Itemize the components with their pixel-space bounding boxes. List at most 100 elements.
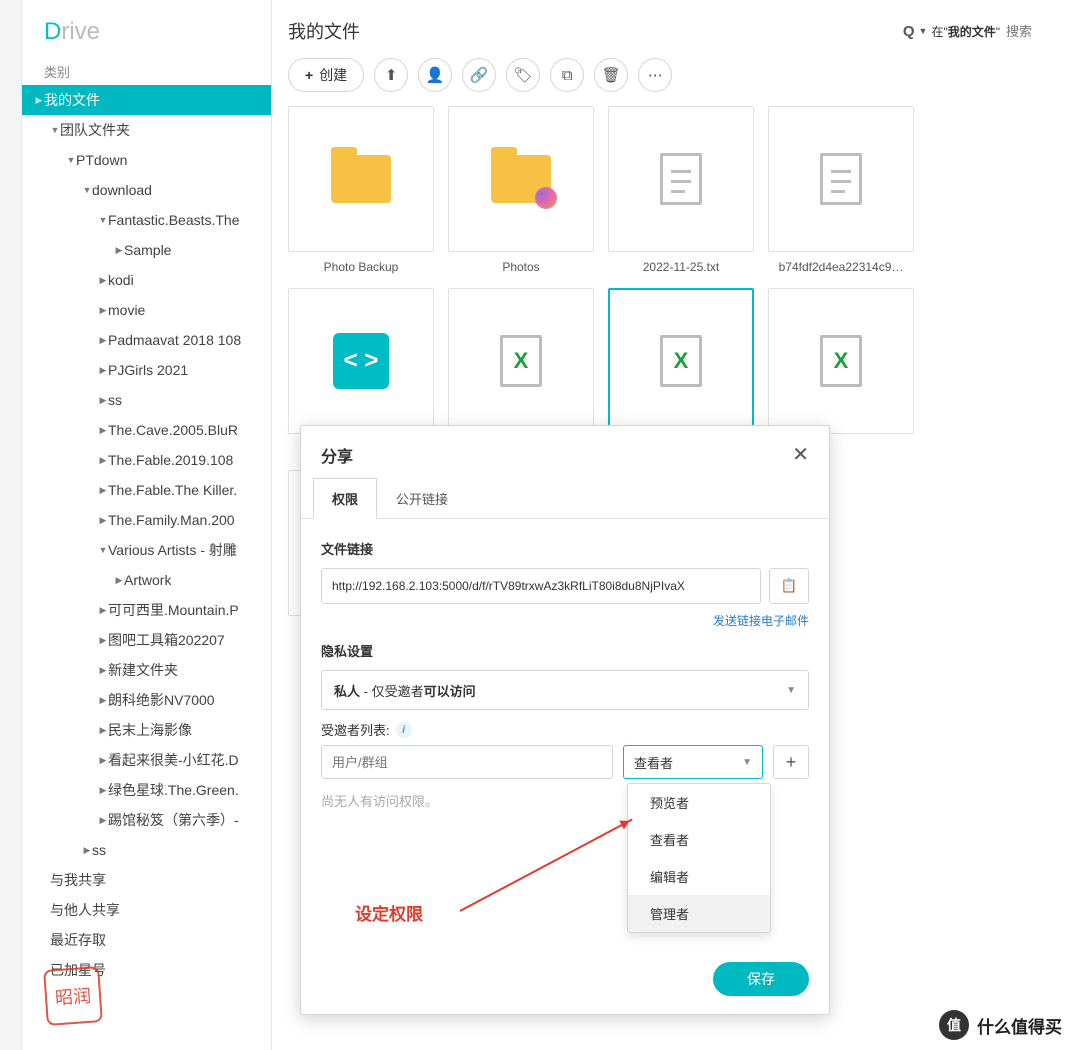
spreadsheet-icon: X: [820, 335, 862, 387]
search[interactable]: Q▼ 在"我的文件": [903, 23, 1064, 40]
tree-node-label: 团队文件夹: [60, 120, 130, 140]
tree-node[interactable]: ▼Fantastic.Beasts.The: [22, 205, 271, 235]
tree-node[interactable]: ▶kodi: [22, 265, 271, 295]
copy-button[interactable]: ⧉: [550, 58, 584, 92]
chevron-down-icon: ▼: [98, 215, 108, 225]
user-plus-icon: 👤: [426, 66, 445, 84]
chevron-right-icon: ▶: [98, 635, 108, 646]
tree-node[interactable]: ▶Artwork: [22, 565, 271, 595]
tree-node[interactable]: ▶The.Fable.2019.108: [22, 445, 271, 475]
invite-user-input[interactable]: [321, 745, 613, 779]
tree-node[interactable]: ▶ss: [22, 835, 271, 865]
chevron-right-icon: ▶: [98, 785, 108, 796]
file-thumb[interactable]: [608, 106, 754, 252]
tree-node[interactable]: ▶The.Family.Man.200: [22, 505, 271, 535]
sidebar-item[interactable]: 最近存取: [22, 925, 271, 955]
tree-node[interactable]: ▶民末上海影像: [22, 715, 271, 745]
upload-button[interactable]: ⬆: [374, 58, 408, 92]
tree-node-label: 绿色星球.The.Green.: [108, 780, 239, 800]
tree-node[interactable]: ▶我的文件: [22, 85, 271, 115]
file-name: Photos: [448, 252, 594, 274]
tree-node[interactable]: ▶movie: [22, 295, 271, 325]
sidebar: Drive 类别 ▶我的文件▼团队文件夹▼PTdown▼download▼Fan…: [22, 0, 272, 1050]
more-button[interactable]: ⋯: [638, 58, 672, 92]
chevron-right-icon: ▶: [98, 755, 108, 766]
tree-node[interactable]: ▶可可西里.Mountain.P: [22, 595, 271, 625]
tag-icon: 🏷: [514, 66, 533, 84]
chevron-right-icon: ▶: [98, 665, 108, 676]
tree-node[interactable]: ▼PTdown: [22, 145, 271, 175]
watermark-stamp: 昭润: [43, 966, 103, 1026]
save-button[interactable]: 保存: [713, 962, 809, 996]
tree-node[interactable]: ▶新建文件夹: [22, 655, 271, 685]
file-thumb[interactable]: [288, 106, 434, 252]
chevron-right-icon: ▶: [98, 455, 108, 466]
chevron-right-icon: ▶: [98, 425, 108, 436]
delete-button[interactable]: 🗑: [594, 58, 628, 92]
create-button[interactable]: +创建: [288, 58, 364, 92]
file-thumb[interactable]: < >: [288, 288, 434, 434]
info-icon[interactable]: i: [396, 722, 412, 738]
tree-node-label: movie: [108, 302, 145, 318]
invitees-label: 受邀者列表:: [321, 720, 390, 739]
file-thumb[interactable]: X: [448, 288, 594, 434]
tree-node-label: Artwork: [124, 572, 171, 588]
chevron-right-icon: ▶: [98, 275, 108, 286]
privacy-select[interactable]: 私人 - 仅受邀者可以访问 ▼: [321, 670, 809, 710]
chevron-right-icon: ▶: [98, 395, 108, 406]
copy-link-button[interactable]: 📋: [769, 568, 809, 604]
modal-tab[interactable]: 公开链接: [377, 478, 467, 519]
add-invitee-button[interactable]: +: [773, 745, 809, 779]
role-option[interactable]: 查看者: [628, 821, 770, 858]
file-thumb[interactable]: X: [608, 288, 754, 434]
file-item[interactable]: b74fdf2d4ea22314c9…: [768, 106, 914, 274]
file-thumb[interactable]: [448, 106, 594, 252]
tree-node-label: ss: [108, 392, 122, 408]
sidebar-item[interactable]: 与我共享: [22, 865, 271, 895]
tag-button[interactable]: 🏷: [506, 58, 540, 92]
tree-node-label: 看起来很美-小红花.D: [108, 750, 239, 770]
tree-node[interactable]: ▶The.Cave.2005.BluR: [22, 415, 271, 445]
tree-node[interactable]: ▶图吧工具箱202207: [22, 625, 271, 655]
tree-node[interactable]: ▶ss: [22, 385, 271, 415]
chevron-down-icon: ▼: [98, 545, 108, 555]
tree-node[interactable]: ▶Sample: [22, 235, 271, 265]
tree-node[interactable]: ▼Various Artists - 射雕: [22, 535, 271, 565]
tree-node[interactable]: ▼团队文件夹: [22, 115, 271, 145]
role-option[interactable]: 管理者: [628, 895, 770, 932]
tree-node-label: 新建文件夹: [108, 660, 178, 680]
search-scope: 在"我的文件": [931, 23, 1000, 40]
file-name: 2022-11-25.txt: [608, 252, 754, 274]
tree-node[interactable]: ▶绿色星球.The.Green.: [22, 775, 271, 805]
search-input[interactable]: [1004, 23, 1064, 40]
tree-node-label: download: [92, 182, 152, 198]
file-item[interactable]: Photos: [448, 106, 594, 274]
tree-node[interactable]: ▶Padmaavat 2018 108: [22, 325, 271, 355]
sidebar-item[interactable]: 与他人共享: [22, 895, 271, 925]
close-icon[interactable]: ✕: [792, 442, 809, 467]
file-item[interactable]: 2022-11-25.txt: [608, 106, 754, 274]
role-select[interactable]: 查看者 ▼: [623, 745, 763, 779]
role-option[interactable]: 预览者: [628, 784, 770, 821]
tree-node-label: The.Cave.2005.BluR: [108, 422, 238, 438]
tree-node[interactable]: ▶The.Fable.The Killer.: [22, 475, 271, 505]
file-link-input[interactable]: [321, 568, 761, 604]
file-thumb[interactable]: X: [768, 288, 914, 434]
tree-node[interactable]: ▼download: [22, 175, 271, 205]
tree-node[interactable]: ▶朗科绝影NV7000: [22, 685, 271, 715]
chevron-right-icon: ▶: [98, 515, 108, 526]
file-thumb[interactable]: [768, 106, 914, 252]
spreadsheet-icon: X: [500, 335, 542, 387]
tree-node[interactable]: ▶PJGirls 2021: [22, 355, 271, 385]
tree-node[interactable]: ▶看起来很美-小红花.D: [22, 745, 271, 775]
send-email-link[interactable]: 发送链接电子邮件: [321, 612, 809, 629]
chevron-right-icon: ▶: [98, 815, 108, 826]
add-user-button[interactable]: 👤: [418, 58, 452, 92]
modal-tab[interactable]: 权限: [313, 478, 377, 519]
tree-node[interactable]: ▶踢馆秘笈（第六季）-: [22, 805, 271, 835]
role-option[interactable]: 编辑者: [628, 858, 770, 895]
file-item[interactable]: Photo Backup: [288, 106, 434, 274]
tree-node-label: 朗科绝影NV7000: [108, 690, 215, 710]
chevron-right-icon: ▶: [98, 605, 108, 616]
link-button[interactable]: 🔗: [462, 58, 496, 92]
